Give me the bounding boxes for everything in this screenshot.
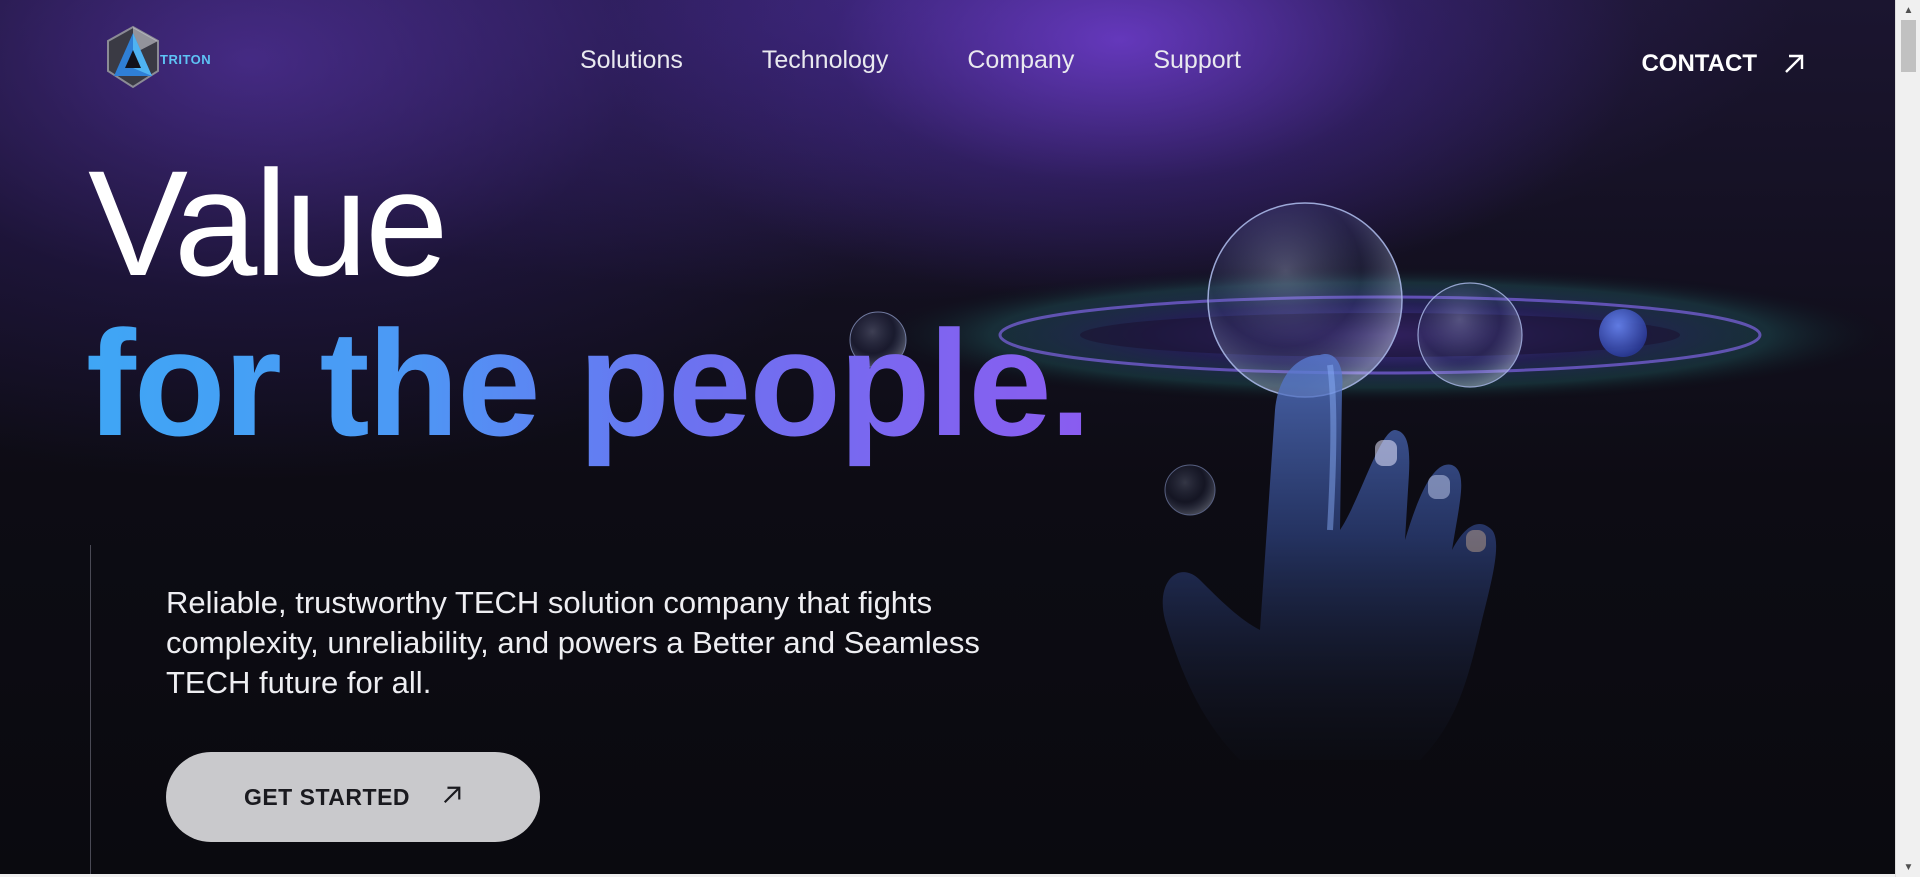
arrow-up-right-icon xyxy=(442,784,462,811)
arrow-up-right-icon xyxy=(1783,53,1805,75)
triton-logo-icon xyxy=(104,24,162,90)
nav-link-technology[interactable]: Technology xyxy=(762,46,888,75)
scrollbar-thumb[interactable] xyxy=(1901,20,1916,72)
vertical-divider xyxy=(90,545,91,877)
scroll-up-icon[interactable]: ▲ xyxy=(1896,0,1920,20)
nav-link-company[interactable]: Company xyxy=(967,46,1074,75)
main-menu: Solutions Technology Company Support xyxy=(580,46,1320,75)
nav-link-solutions[interactable]: Solutions xyxy=(580,46,683,75)
page: TRITON Solutions Technology Company Supp… xyxy=(0,0,1895,877)
hero-description: Reliable, trustworthy TECH solution comp… xyxy=(166,585,980,700)
vertical-scrollbar[interactable]: ▲ ▼ xyxy=(1895,0,1920,877)
get-started-button[interactable]: GET STARTED xyxy=(166,752,540,842)
brand-logo[interactable]: TRITON xyxy=(104,24,211,90)
nav-link-support[interactable]: Support xyxy=(1153,46,1241,75)
get-started-label: GET STARTED xyxy=(243,783,411,810)
contact-label: CONTACT xyxy=(1641,50,1757,77)
hero-title-line-2: for the people. xyxy=(86,299,1091,467)
brand-name: TRITON xyxy=(160,51,212,67)
contact-button[interactable]: CONTACT xyxy=(1641,50,1805,78)
scroll-down-icon[interactable]: ▼ xyxy=(1896,857,1920,877)
top-navigation: TRITON Solutions Technology Company Supp… xyxy=(0,0,1895,125)
hero-title-line-1: Value xyxy=(88,139,449,307)
